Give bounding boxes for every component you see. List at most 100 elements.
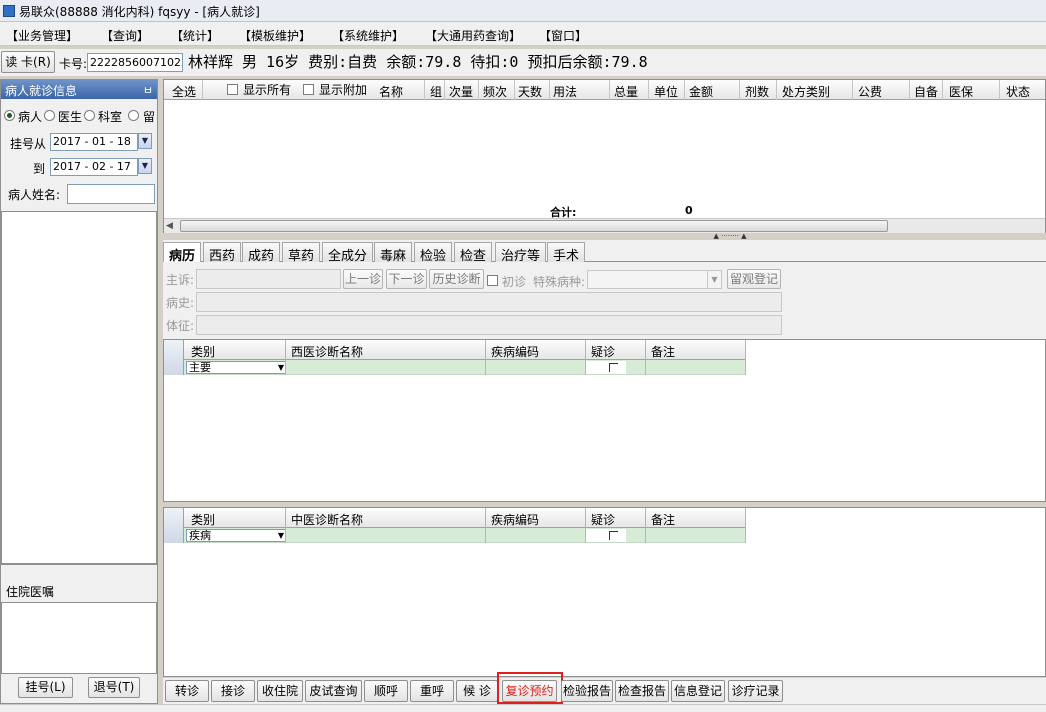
next-visit-button[interactable]: 下一诊 — [386, 269, 427, 289]
diagnosis-category-select[interactable]: 主要 ▼ — [186, 361, 286, 374]
column-header[interactable]: 类别 — [191, 511, 215, 528]
radio-department[interactable] — [84, 110, 95, 121]
chevron-down-icon[interactable]: ▼ — [138, 133, 152, 149]
column-header[interactable]: 频次 — [483, 83, 507, 100]
scrollbar-thumb[interactable] — [180, 220, 888, 232]
suspected-checkbox[interactable] — [586, 361, 626, 374]
exam-report-button[interactable]: 检查报告 — [615, 680, 669, 702]
column-header[interactable]: 疑诊 — [591, 511, 615, 528]
accept-button[interactable]: 接诊 — [211, 680, 255, 702]
column-header[interactable]: 中医诊断名称 — [291, 511, 363, 528]
visit-records-button[interactable]: 诊疗记录 — [728, 680, 783, 702]
grid-corner — [164, 340, 184, 375]
total-value: 0 — [685, 204, 693, 217]
observation-register-button[interactable]: 留观登记 — [727, 269, 781, 289]
menu-bar: 【业务管理】 【查询】 【统计】 【模板维护】 【系统维护】 【大通用药查询】 … — [0, 22, 1046, 46]
chevron-down-icon[interactable]: ▼ — [138, 158, 152, 174]
card-number-input[interactable]: 222285600710221 — [87, 53, 183, 72]
menu-drug-query[interactable]: 【大通用药查询】 — [425, 27, 521, 44]
chief-complaint-input[interactable] — [196, 269, 341, 289]
tab-exam[interactable]: 检查 — [454, 242, 493, 264]
reg-from-date[interactable]: 2017 - 01 - 18 — [50, 133, 138, 151]
scroll-left-icon[interactable]: ◀ — [166, 221, 173, 231]
show-all-checkbox[interactable] — [227, 84, 238, 95]
horizontal-scrollbar[interactable]: ◀ — [164, 218, 1045, 233]
tab-surgery[interactable]: 手术 — [547, 242, 586, 264]
column-header[interactable]: 疾病编码 — [491, 511, 539, 528]
recall-button[interactable]: 重呼 — [410, 680, 454, 702]
tab-medical-record[interactable]: 病历 — [163, 242, 202, 264]
column-header[interactable]: 用法 — [553, 83, 577, 100]
register-button[interactable]: 挂号(L) — [18, 677, 73, 698]
tab-narcotics[interactable]: 毒麻 — [374, 242, 413, 264]
history-input[interactable] — [196, 292, 782, 312]
history-diagnosis-button[interactable]: 历史诊断 — [429, 269, 484, 289]
chevron-down-icon[interactable]: ▼ — [278, 530, 284, 541]
patient-summary: 林祥辉 男 16岁 费别:自费 余额:79.8 待扣:0 预扣后余额:79.8 — [188, 53, 648, 71]
column-header[interactable]: 剂数 — [745, 83, 769, 100]
column-header[interactable]: 组 — [430, 83, 442, 100]
prev-visit-button[interactable]: 上一诊 — [343, 269, 383, 289]
tab-treatment[interactable]: 治疗等 — [495, 242, 547, 264]
column-header[interactable]: 公费 — [858, 83, 882, 100]
menu-window[interactable]: 【窗口】 — [539, 27, 587, 44]
inpatient-orders-list[interactable] — [1, 602, 157, 674]
chevron-down-icon[interactable]: ▼ — [707, 271, 721, 288]
call-next-button[interactable]: 顺呼 — [364, 680, 408, 702]
chevron-down-icon[interactable]: ▼ — [278, 362, 284, 373]
table-row[interactable]: 疾病 ▼ — [164, 528, 746, 543]
column-header[interactable]: 类别 — [191, 343, 215, 360]
column-header[interactable]: 总量 — [614, 83, 638, 100]
splitter-handle[interactable]: ▲ ········ ▲ — [695, 233, 765, 240]
diagnosis-category-select[interactable]: 疾病 ▼ — [186, 529, 286, 542]
waiting-button[interactable]: 候 诊 — [456, 680, 498, 702]
pin-icon[interactable]: ㅂ — [143, 82, 153, 98]
column-header[interactable]: 状态 — [1006, 83, 1030, 100]
menu-business[interactable]: 【业务管理】 — [6, 27, 78, 44]
column-header[interactable]: 备注 — [651, 343, 675, 360]
reg-to-date[interactable]: 2017 - 02 - 17 — [50, 158, 138, 176]
column-header[interactable]: 备注 — [651, 511, 675, 528]
radio-stay[interactable] — [128, 110, 139, 121]
column-header[interactable]: 天数 — [518, 83, 542, 100]
special-disease-select[interactable]: ▼ — [587, 270, 722, 289]
column-header[interactable]: 医保 — [949, 83, 973, 100]
suspected-checkbox[interactable] — [586, 529, 626, 542]
select-all[interactable]: 全选 — [172, 83, 196, 100]
column-header[interactable]: 处方类别 — [782, 83, 830, 100]
column-header[interactable]: 疾病编码 — [491, 343, 539, 360]
signs-input[interactable] — [196, 315, 782, 335]
admit-button[interactable]: 收住院 — [257, 680, 303, 702]
tab-full-ingredients[interactable]: 全成分 — [322, 242, 374, 264]
skin-test-query-button[interactable]: 皮试查询 — [305, 680, 362, 702]
show-extra-checkbox[interactable] — [303, 84, 314, 95]
menu-query[interactable]: 【查询】 — [101, 27, 149, 44]
radio-doctor[interactable] — [44, 110, 55, 121]
column-header[interactable]: 疑诊 — [591, 343, 615, 360]
visit-list[interactable] — [1, 211, 157, 564]
column-header[interactable]: 单位 — [654, 83, 678, 100]
patient-name-input[interactable] — [67, 184, 155, 204]
menu-stats[interactable]: 【统计】 — [171, 27, 219, 44]
menu-system[interactable]: 【系统维护】 — [332, 27, 404, 44]
radio-patient[interactable] — [4, 110, 15, 121]
column-header[interactable]: 名称 — [379, 83, 403, 100]
transfer-button[interactable]: 转诊 — [165, 680, 209, 702]
table-row[interactable]: 主要 ▼ — [164, 360, 746, 375]
menu-template[interactable]: 【模板维护】 — [239, 27, 311, 44]
unregister-button[interactable]: 退号(T) — [88, 677, 140, 698]
tab-western-medicine[interactable]: 西药 — [203, 242, 242, 264]
lab-report-button[interactable]: 检验报告 — [561, 680, 613, 702]
info-register-button[interactable]: 信息登记 — [671, 680, 725, 702]
history-label: 病史: — [166, 296, 195, 310]
column-header[interactable]: 金额 — [689, 83, 713, 100]
column-header[interactable]: 自备 — [914, 83, 938, 100]
tab-herbal[interactable]: 草药 — [282, 242, 321, 264]
column-header[interactable]: 西医诊断名称 — [291, 343, 363, 360]
tab-patent-medicine[interactable]: 成药 — [242, 242, 281, 264]
radio-patient-label: 病人 — [18, 110, 43, 124]
tab-lab[interactable]: 检验 — [414, 242, 453, 264]
column-header[interactable]: 次量 — [449, 83, 473, 100]
read-card-button[interactable]: 读 卡(R) — [1, 51, 55, 73]
first-visit-checkbox[interactable] — [487, 275, 498, 286]
